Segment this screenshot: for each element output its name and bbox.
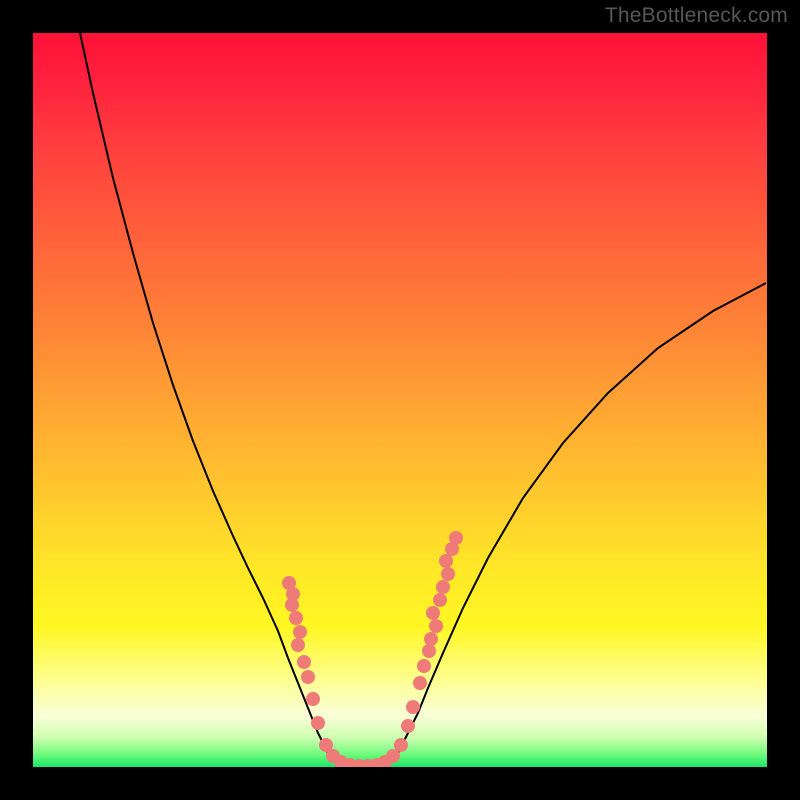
scatter-dot [394,738,408,752]
watermark-text: TheBottleneck.com [605,4,788,28]
scatter-dot [401,719,415,733]
scatter-dot [449,531,463,545]
scatter-dot [306,692,320,706]
scatter-dot [285,598,299,612]
curve-left-branch [80,33,328,753]
scatter-dot [417,659,431,673]
scatter-dot [436,580,450,594]
scatter-dot [297,655,311,669]
chart-frame: TheBottleneck.com [0,0,800,800]
scatter-dot [301,670,315,684]
scatter-dot [429,619,443,633]
scatter-dot [413,676,427,690]
plot-area [33,33,767,767]
scatter-dot [439,554,453,568]
scatter-dot [289,611,303,625]
curve-right-branch [398,283,766,753]
chart-overlay [33,33,767,767]
scatter-dot [441,567,455,581]
scatter-dot [426,606,440,620]
scatter-dot [311,716,325,730]
scatter-dot [424,632,438,646]
scatter-points [282,531,463,767]
scatter-dot [406,700,420,714]
scatter-dot [293,625,307,639]
scatter-dot [291,638,305,652]
scatter-dot [433,593,447,607]
scatter-dot [422,644,436,658]
